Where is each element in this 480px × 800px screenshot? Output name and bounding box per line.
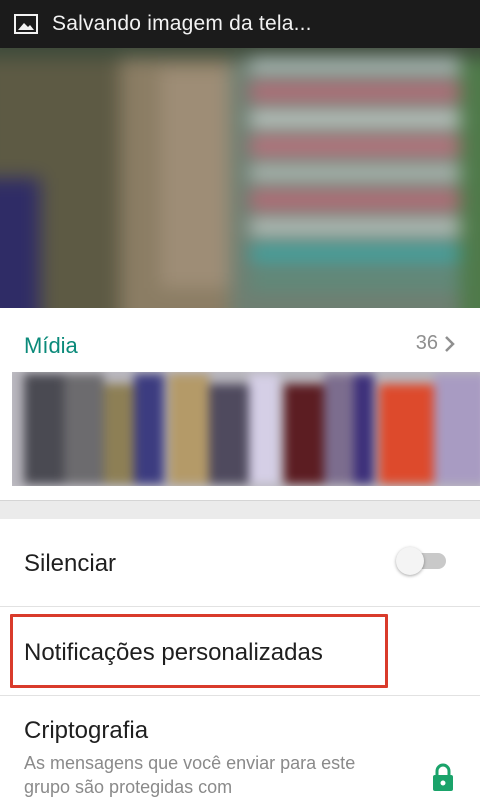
- chevron-right-icon: [444, 335, 456, 353]
- lock-icon: [432, 762, 454, 792]
- mute-toggle[interactable]: [396, 547, 446, 575]
- image-icon: [14, 13, 40, 35]
- status-bar: Salvando imagem da tela...: [0, 0, 480, 48]
- group-settings-list: Silenciar Notificações personalizadas Cr…: [0, 519, 480, 800]
- media-section: Mídia 36: [0, 308, 480, 501]
- custom-notifications-label: Notificações personalizadas: [24, 639, 323, 666]
- mute-row[interactable]: Silenciar: [0, 519, 480, 607]
- mute-label: Silenciar: [24, 550, 117, 577]
- media-title[interactable]: Mídia: [24, 333, 78, 359]
- custom-notifications-row[interactable]: Notificações personalizadas: [0, 607, 480, 696]
- encryption-description: As mensagens que você enviar para este g…: [24, 753, 356, 797]
- media-thumbnail-strip[interactable]: [12, 372, 480, 486]
- media-count: 36: [415, 332, 438, 354]
- encryption-label: Criptografia: [24, 717, 149, 744]
- group-cover-photo[interactable]: [0, 48, 480, 308]
- status-notification-text: Salvando imagem da tela...: [52, 12, 312, 35]
- section-divider: [0, 501, 480, 519]
- media-count-link[interactable]: 36: [416, 332, 456, 355]
- encryption-row[interactable]: Criptografia As mensagens que você envia…: [0, 696, 480, 800]
- toggle-knob: [396, 547, 424, 575]
